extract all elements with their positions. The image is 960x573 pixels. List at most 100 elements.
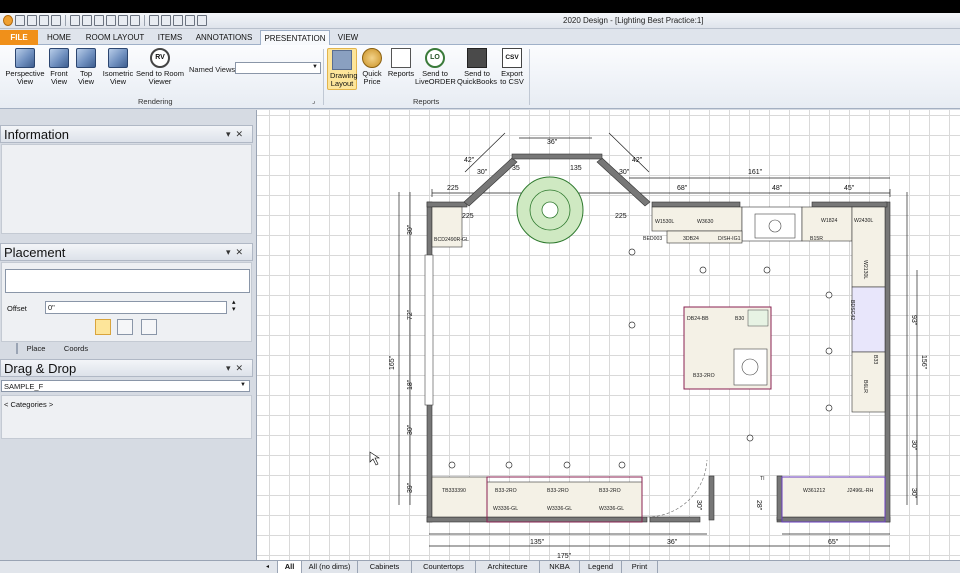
tab-file[interactable]: FILE [0,30,38,45]
layer-tab-architecture[interactable]: Architecture [476,561,540,573]
lock-icon[interactable] [15,15,25,26]
reports-button[interactable]: Reports [386,48,416,78]
window-title: 2020 Design - [Lighting Best Practice:1] [563,16,704,25]
save-icon[interactable] [51,15,61,26]
drawing-canvas[interactable]: 42" 30" 36" 42" 30" 35 135 161" 68" 48" … [256,110,960,562]
panel-controls[interactable]: ▾✕ [226,129,248,140]
isometric-view-button[interactable]: Isometric View [100,48,136,86]
offset-input[interactable]: 0" [45,301,227,314]
categories-area[interactable]: < Categories > [1,395,252,439]
quick-price-button[interactable]: Quick Price [360,48,384,86]
redo-icon[interactable] [82,15,92,26]
quick-access-toolbar [3,15,207,26]
catalog-select[interactable]: SAMPLE_F ▼ [1,380,250,392]
paste-icon[interactable] [118,15,128,26]
dim-bottom-mid: 36" [667,539,678,546]
dim-bottom-left: 135" [530,539,545,546]
coins-icon [362,48,382,68]
cab-b33b: B33-2RO [547,488,569,494]
plant-symbol[interactable] [516,176,584,244]
top-view-label: Top View [77,69,95,86]
drawing-layout-button[interactable]: Drawing Layout [327,48,358,90]
layer-tab-all-no-dims[interactable]: All (no dims) [302,561,358,573]
named-views-dropdown[interactable]: ▼ [235,62,321,74]
tools-icon[interactable] [173,15,183,26]
tab-place[interactable]: Place [14,343,58,354]
cab-b33c: B33-2RO [599,488,621,494]
panel-controls[interactable]: ▾✕ [226,363,248,374]
dim-corner-left-label: 225 [462,213,474,220]
chevron-down-icon: ▼ [240,382,246,388]
dim-top-seg1: 68" [677,185,688,192]
tab-coords[interactable]: Coords [58,343,94,354]
cab-tb: TB333390 [442,488,466,494]
app-logo-icon[interactable] [3,15,13,26]
offset-spinner-icon[interactable]: ▴ ▾ [232,299,236,313]
light-fixtures[interactable] [448,248,833,469]
dim-left-seg5: 39" [407,482,414,493]
perspective-view-button[interactable]: Perspective View [4,48,46,86]
cube-icon[interactable] [197,15,207,26]
toolbar-separator [65,15,66,26]
layer-tab-nkba[interactable]: NKBA [540,561,580,573]
properties-icon[interactable] [149,15,159,26]
tab-home[interactable]: HOME [40,30,78,45]
dim-left-overall: 165" [389,355,396,370]
table-icon[interactable] [185,15,195,26]
dim-top-right-inner: 30" [619,169,630,176]
cab-w2130l: W2130L [862,260,868,279]
categories-label: < Categories > [4,400,54,409]
cut-icon[interactable] [94,15,104,26]
layer-tab-countertops[interactable]: Countertops [412,561,476,573]
drawing-layout-label: Drawing Layout [330,71,358,88]
copy-icon[interactable] [106,15,116,26]
layer-tabs: ◂ All All (no dims) Cabinets Countertops… [256,560,960,573]
tab-view[interactable]: VIEW [332,30,364,45]
drawing-layout-icon [332,50,352,70]
cab-j2496: J2496L-RH [847,488,873,494]
dim-top-seg2: 48" [772,185,783,192]
layer-tab-legend[interactable]: Legend [580,561,622,573]
layer-tab-cabinets[interactable]: Cabinets [358,561,412,573]
dim-right-seg2: 30" [910,440,917,451]
place-left-button[interactable] [95,319,111,335]
front-view-button[interactable]: Front View [47,48,71,86]
undo-icon[interactable] [70,15,80,26]
placement-panel-body: Offset 0" ▴ ▾ [1,262,252,342]
export-to-csv-button[interactable]: CSV Export to CSV [498,48,526,86]
reports-label: Reports [387,69,415,78]
tab-items[interactable]: ITEMS [152,30,188,45]
tab-annotations[interactable]: ANNOTATIONS [190,30,258,45]
dim-top-right-angle: 42" [632,157,643,164]
open-folder-icon[interactable] [39,15,49,26]
send-to-quickbooks-button[interactable]: Send to QuickBooks [456,48,498,86]
title-bar: 2020 Design - [Lighting Best Practice:1] [0,13,960,29]
grid-icon[interactable] [161,15,171,26]
new-file-icon[interactable] [27,15,37,26]
placement-name-field[interactable] [5,269,250,293]
layer-tab-all[interactable]: All [278,561,302,573]
delete-icon[interactable] [130,15,140,26]
tab-scroll-left-icon[interactable]: ◂ [258,561,278,573]
csv-file-icon: CSV [502,48,522,68]
tab-presentation[interactable]: PRESENTATION [260,30,330,45]
dialog-launcher-icon[interactable]: ⌟ [312,97,315,105]
send-to-room-viewer-button[interactable]: RV Send to Room Viewer [136,48,184,86]
report-document-icon [391,48,411,68]
quick-price-label: Quick Price [362,69,382,86]
chevron-down-icon: ▼ [312,64,318,70]
dim-right-overall: 156" [920,355,927,370]
floor-plan[interactable]: 42" 30" 36" 42" 30" 35 135 161" 68" 48" … [257,110,960,562]
panel-controls[interactable]: ▾✕ [226,247,248,258]
tab-coords-label: Coords [63,344,89,353]
tab-room-layout[interactable]: ROOM LAYOUT [80,30,150,45]
dim-corner-left: 35 [512,165,520,172]
send-to-liveorder-button[interactable]: LO Send to LiveORDER [415,48,456,86]
layer-tab-print[interactable]: Print [622,561,658,573]
place-center-button[interactable] [117,319,133,335]
top-view-button[interactable]: Top View [74,48,98,86]
place-right-button[interactable] [141,319,157,335]
window[interactable] [424,254,434,406]
cab-db24: DB24-BB [687,316,709,322]
cab-b6: B6LR [862,380,868,393]
